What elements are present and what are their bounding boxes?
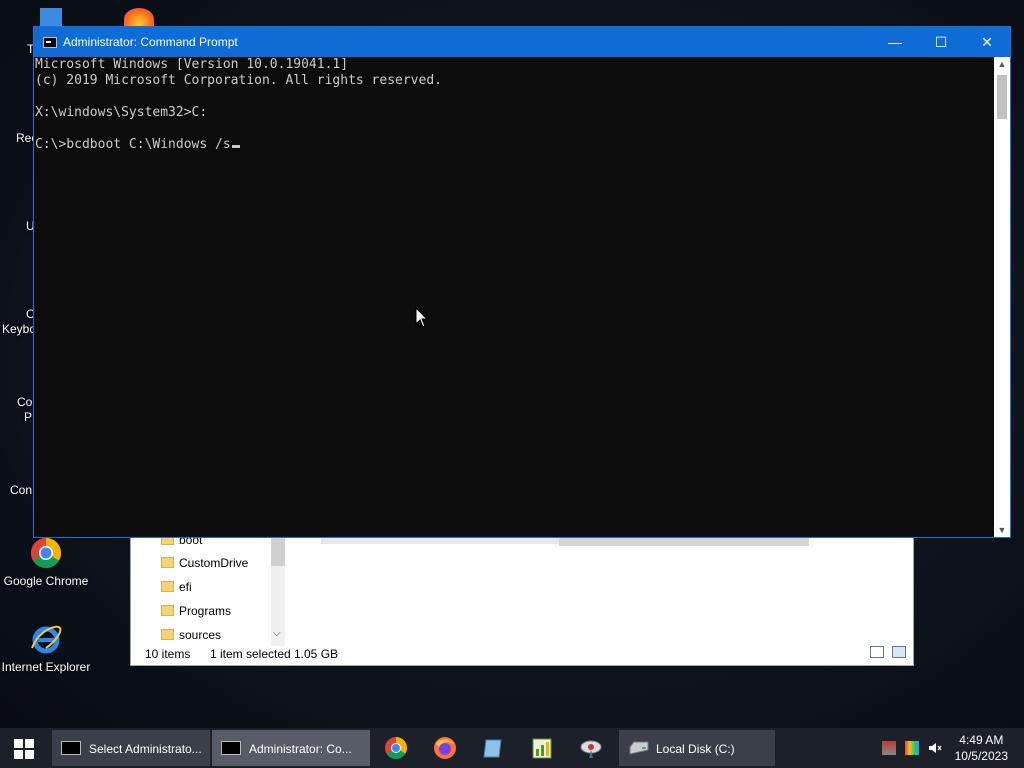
scroll-thumb[interactable]: [997, 75, 1007, 119]
display-color-icon[interactable]: [905, 741, 919, 755]
cmd-icon: [221, 741, 241, 755]
window-title: Administrator: Command Prompt: [63, 35, 238, 49]
tree-item-efi[interactable]: efi: [161, 576, 192, 598]
windows-logo-pane: [25, 739, 34, 748]
system-clock[interactable]: 4:49 AM 10/5/2023: [955, 732, 1008, 764]
desktop-label-partial: Con: [10, 483, 33, 497]
folder-icon: [161, 581, 174, 592]
chrome-icon[interactable]: [384, 736, 408, 760]
console-line: X:\windows\System32>C:: [35, 105, 208, 120]
desktop-icon-chrome[interactable]: Google Chrome: [1, 536, 91, 588]
start-button[interactable]: [0, 728, 48, 768]
folder-icon: [161, 557, 174, 568]
tree-item-label: CustomDrive: [179, 556, 249, 570]
clock-time: 4:49 AM: [959, 733, 1004, 747]
network-icon[interactable]: [882, 741, 896, 755]
title-bar[interactable]: Administrator: Command Prompt — ☐ ✕: [34, 27, 1010, 57]
tree-item-customdrive[interactable]: CustomDrive: [161, 552, 249, 574]
details-view-icon[interactable]: [870, 646, 884, 658]
internet-explorer-icon: [29, 622, 63, 656]
taskbar-button-select-administrator[interactable]: Select Administrato...: [52, 730, 210, 766]
desktop-icon-label: Internet Explorer: [1, 660, 91, 674]
app-icon-green-chart[interactable]: [530, 736, 554, 760]
text-cursor: [231, 145, 240, 148]
tree-item-programs[interactable]: Programs: [161, 600, 232, 622]
windows-logo-pane: [14, 750, 23, 759]
status-bar: 10 items 1 item selected 1.05 GB: [131, 643, 913, 665]
minimize-button[interactable]: —: [872, 27, 918, 57]
tree-scrollbar[interactable]: ⌵: [271, 536, 285, 646]
desktop-icon-label: Google Chrome: [3, 574, 89, 588]
cmd-icon: [43, 37, 57, 48]
command-prompt-window[interactable]: Administrator: Command Prompt — ☐ ✕ Micr…: [33, 26, 1011, 538]
navigation-tree: boot CustomDrive efi Programs sources: [131, 533, 286, 646]
desktop-label-partial: Co: [17, 395, 33, 409]
chevron-down-icon[interactable]: ▼: [994, 525, 1010, 535]
volume-muted-icon[interactable]: [928, 741, 942, 755]
desktop-label-partial: P: [24, 410, 33, 424]
console-input-line[interactable]: C:\>bcdboot C:\Windows /s: [34, 137, 995, 153]
windows-logo-pane: [25, 750, 34, 759]
taskbar-button-label: Local Disk (C:): [656, 742, 735, 756]
column-header: [559, 538, 809, 546]
taskbar-button-command-prompt[interactable]: Administrator: Co...: [212, 730, 370, 766]
console-line: Microsoft Windows [Version 10.0.19041.1]: [35, 57, 349, 72]
folder-icon: [161, 629, 174, 640]
chrome-icon: [29, 536, 63, 570]
selection-count: 1 item selected: [210, 647, 291, 661]
chevron-down-icon[interactable]: ⌵: [273, 628, 281, 639]
app-icon-blue-tile[interactable]: [481, 736, 505, 760]
current-command[interactable]: C:\>bcdboot C:\Windows /s: [35, 137, 231, 152]
cmd-icon: [61, 741, 81, 755]
taskbar-button-label: Select Administrato...: [89, 742, 202, 756]
file-explorer-window[interactable]: boot CustomDrive efi Programs sources ⌵ …: [130, 533, 914, 666]
folder-icon: [161, 605, 174, 616]
app-icon-disk-tool[interactable]: [579, 736, 603, 760]
close-button[interactable]: ✕: [964, 27, 1010, 57]
firefox-icon[interactable]: [433, 736, 457, 760]
large-icons-view-icon[interactable]: [892, 646, 906, 658]
windows-logo-icon: [14, 739, 23, 748]
mouse-pointer-icon: [415, 307, 429, 328]
tree-item-label: efi: [179, 580, 192, 594]
desktop-icon-internet-explorer[interactable]: Internet Explorer: [1, 622, 91, 674]
drive-icon: [629, 741, 649, 755]
console-scrollbar[interactable]: ▲ ▼: [994, 57, 1010, 537]
item-count: 10 items: [145, 647, 191, 661]
clock-date: 10/5/2023: [954, 749, 1008, 763]
column-header: [321, 538, 561, 544]
maximize-button[interactable]: ☐: [918, 27, 964, 57]
tree-item-label: sources: [179, 628, 222, 642]
taskbar: Select Administrato... Administrator: Co…: [0, 728, 1024, 768]
chevron-up-icon[interactable]: ▲: [994, 59, 1010, 69]
scroll-thumb[interactable]: [271, 536, 285, 566]
console-output[interactable]: Microsoft Windows [Version 10.0.19041.1]…: [34, 57, 995, 537]
desktop-icon-top-1[interactable]: [40, 8, 62, 28]
desktop-label-partial: Keybo: [2, 322, 37, 336]
tree-item-label: Programs: [179, 604, 232, 618]
console-line: (c) 2019 Microsoft Corporation. All righ…: [35, 73, 442, 88]
selection-size: 1.05 GB: [294, 647, 339, 661]
taskbar-button-local-disk[interactable]: Local Disk (C:): [619, 730, 775, 766]
taskbar-button-label: Administrator: Co...: [249, 742, 352, 756]
